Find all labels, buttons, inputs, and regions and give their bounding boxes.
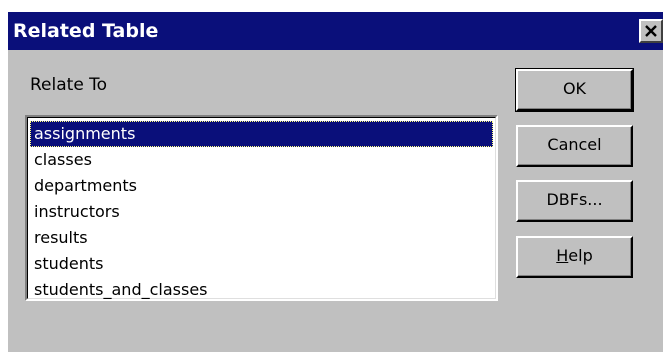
list-item[interactable]: results xyxy=(30,225,493,251)
ok-button[interactable]: OK xyxy=(515,68,634,112)
title-bar[interactable]: Related Table xyxy=(8,12,663,50)
relate-to-listbox[interactable]: assignments classes departments instruct… xyxy=(25,115,498,301)
dbfs-button[interactable]: DBFs... xyxy=(516,180,633,222)
window-title: Related Table xyxy=(13,20,159,42)
close-button[interactable] xyxy=(639,19,663,43)
list-item[interactable]: students xyxy=(30,251,493,277)
related-table-dialog: Related Table Relate To assignments clas… xyxy=(8,12,663,352)
relate-to-label: Relate To xyxy=(30,75,108,95)
cancel-button[interactable]: Cancel xyxy=(516,125,633,167)
list-item[interactable]: students_and_classes xyxy=(30,277,493,303)
listbox-content: assignments classes departments instruct… xyxy=(27,117,496,299)
list-item[interactable]: assignments xyxy=(30,121,493,147)
list-item[interactable]: classes xyxy=(30,147,493,173)
help-label-rest: elp xyxy=(568,246,593,265)
help-mnemonic: H xyxy=(556,246,569,265)
list-item[interactable]: departments xyxy=(30,173,493,199)
close-icon xyxy=(645,25,657,37)
help-button[interactable]: Help xyxy=(516,236,633,278)
list-item[interactable]: instructors xyxy=(30,199,493,225)
